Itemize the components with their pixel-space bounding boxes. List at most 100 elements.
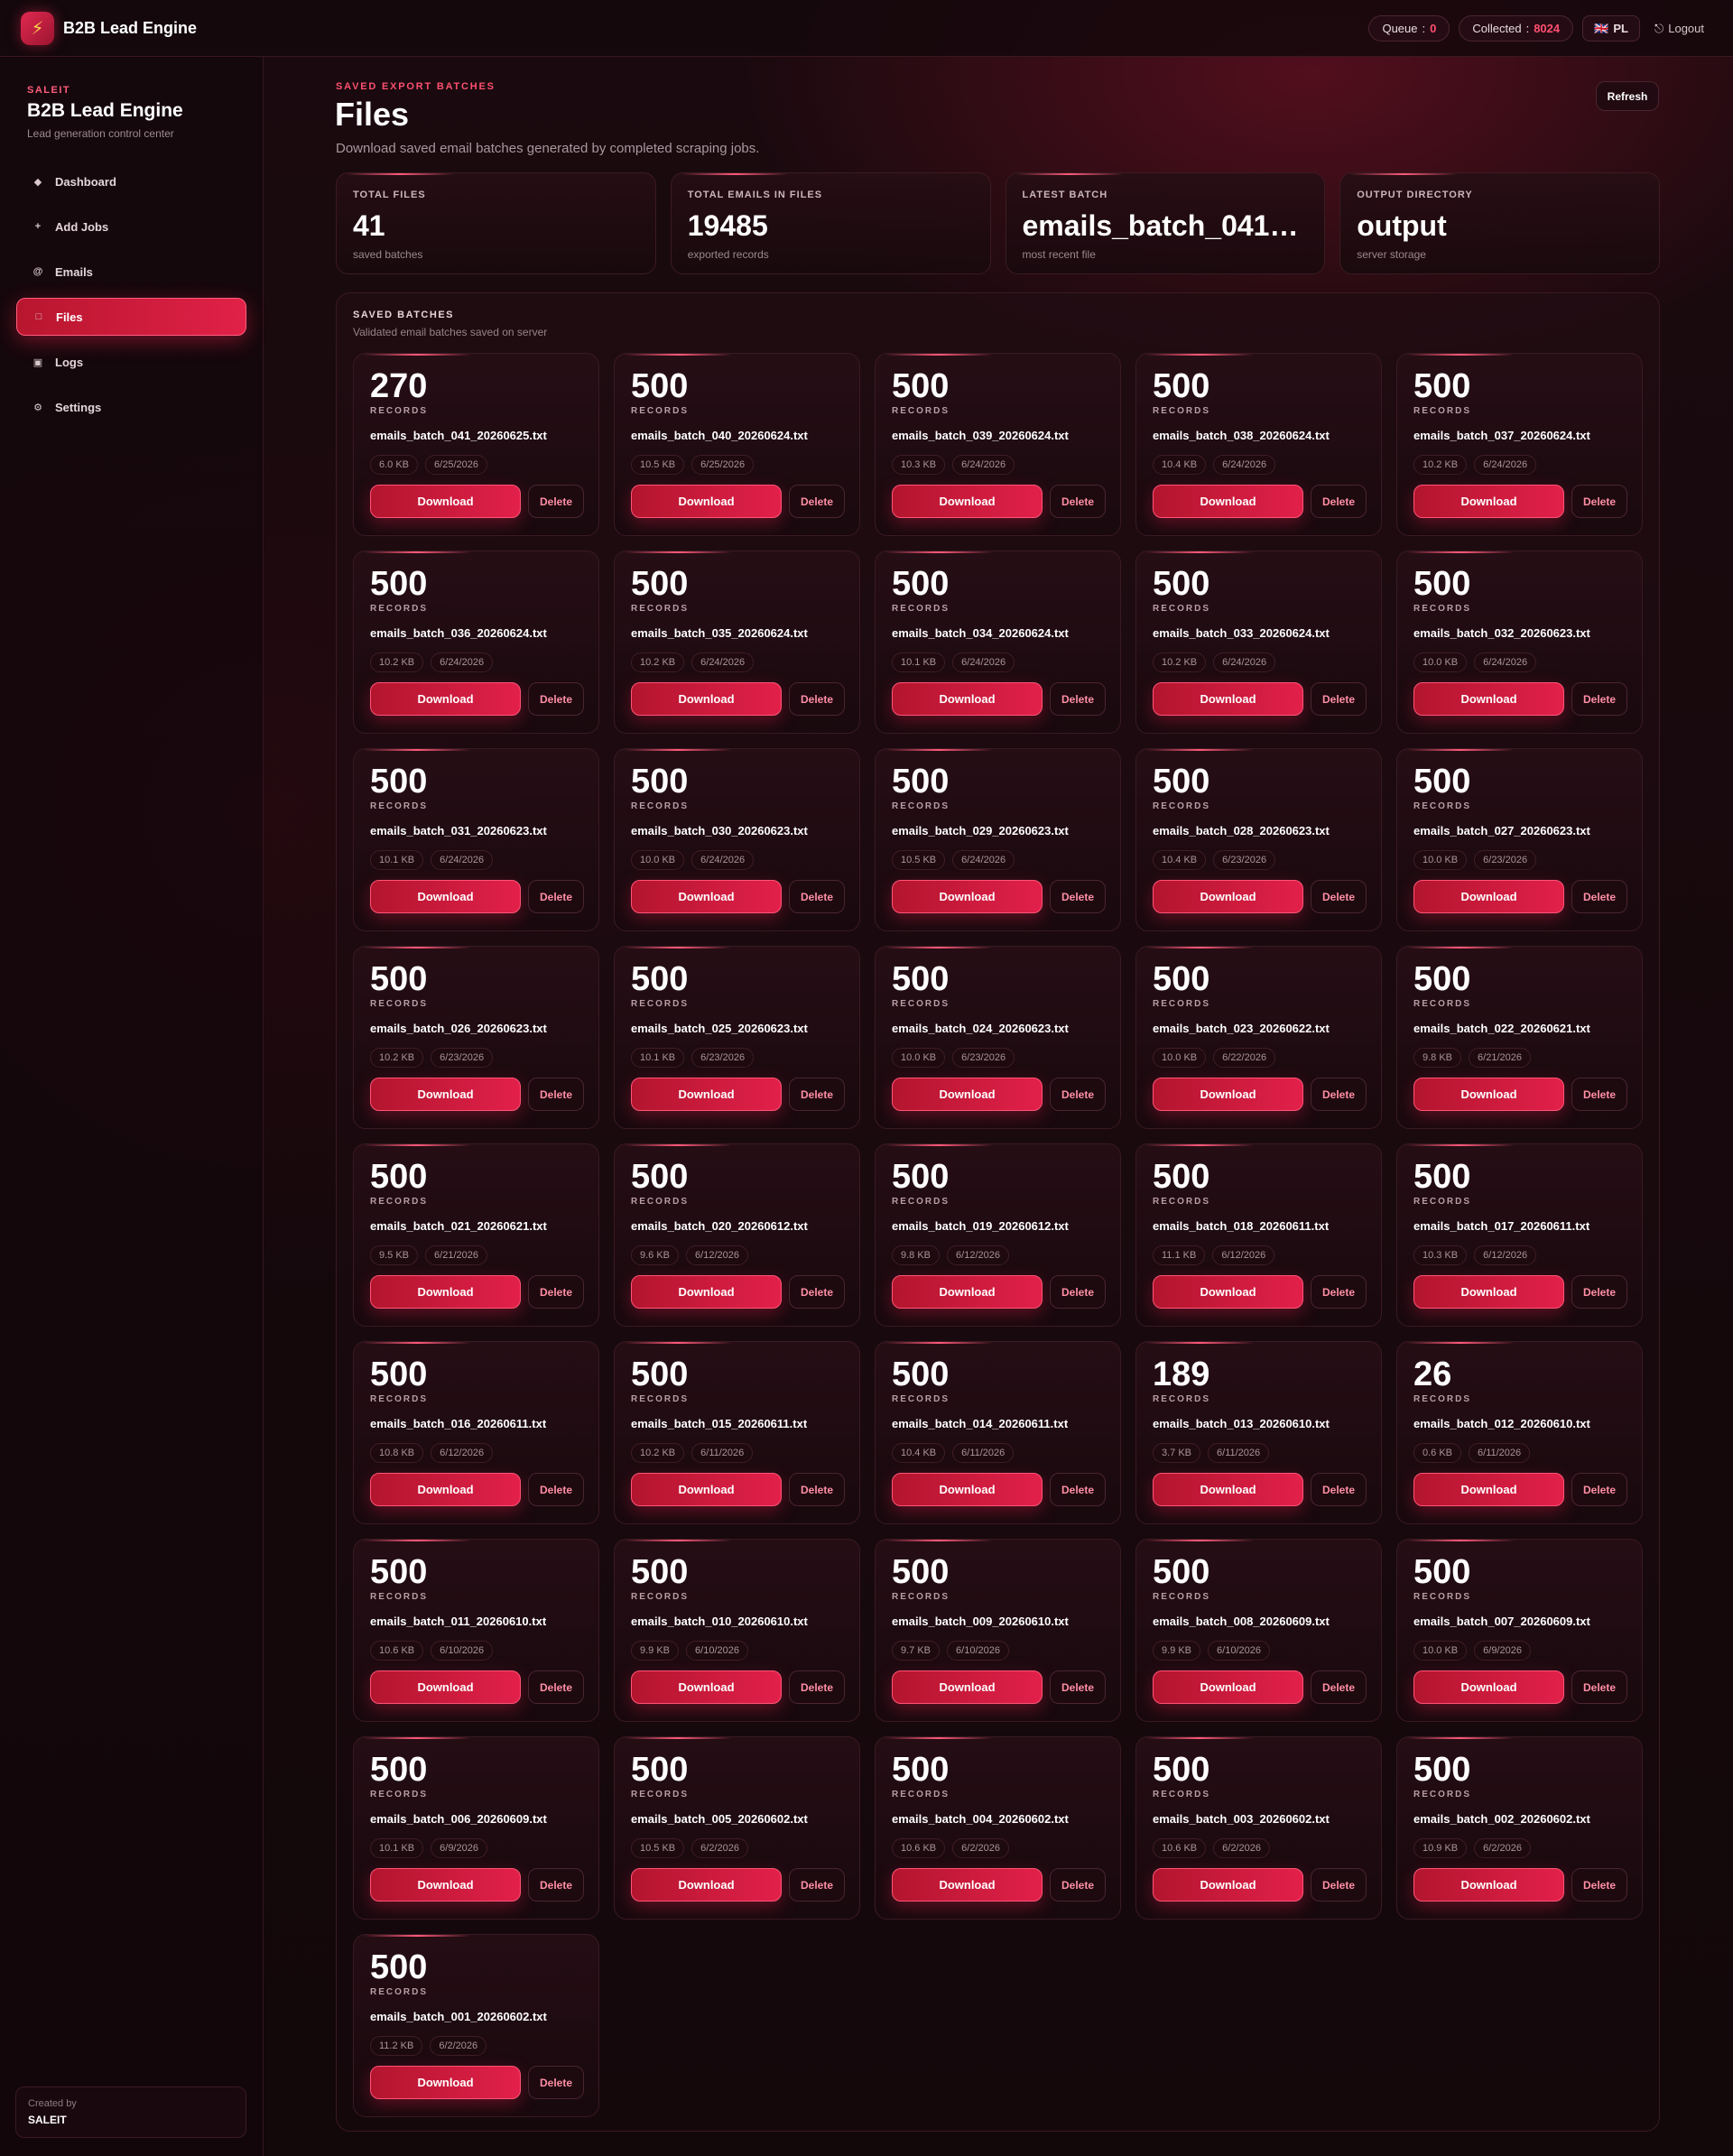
download-button[interactable]: Download xyxy=(1153,682,1303,716)
delete-button[interactable]: Delete xyxy=(1571,1670,1627,1704)
delete-button[interactable]: Delete xyxy=(1311,1670,1367,1704)
delete-button[interactable]: Delete xyxy=(1050,1078,1106,1111)
delete-button[interactable]: Delete xyxy=(1311,880,1367,913)
download-button[interactable]: Download xyxy=(631,1868,782,1902)
delete-button[interactable]: Delete xyxy=(1050,1670,1106,1704)
download-button[interactable]: Download xyxy=(631,485,782,518)
language-switch-button[interactable]: 🇬🇧 PL xyxy=(1582,15,1640,42)
file-card: 189 RECORDS emails_batch_013_20260610.txt 3… xyxy=(1135,1341,1382,1524)
file-actions: Download Delete xyxy=(892,1670,1106,1704)
delete-button[interactable]: Delete xyxy=(1050,682,1106,716)
download-button[interactable]: Download xyxy=(1413,1473,1564,1506)
download-button[interactable]: Download xyxy=(370,1868,521,1902)
file-actions: Download Delete xyxy=(892,1275,1106,1309)
download-button[interactable]: Download xyxy=(631,880,782,913)
download-button[interactable]: Download xyxy=(370,1473,521,1506)
delete-button[interactable]: Delete xyxy=(528,485,584,518)
download-button[interactable]: Download xyxy=(631,682,782,716)
download-button[interactable]: Download xyxy=(1153,880,1303,913)
records-label: RECORDS xyxy=(1153,801,1211,811)
sidebar-item-logs[interactable]: ▣ Logs xyxy=(16,343,246,381)
delete-button[interactable]: Delete xyxy=(528,880,584,913)
delete-button[interactable]: Delete xyxy=(528,1670,584,1704)
download-button[interactable]: Download xyxy=(892,1670,1043,1704)
delete-button[interactable]: Delete xyxy=(1050,485,1106,518)
delete-button[interactable]: Delete xyxy=(1311,1078,1367,1111)
delete-button[interactable]: Delete xyxy=(1311,1275,1367,1309)
logout-button[interactable]: ⎋ Logout xyxy=(1649,22,1704,36)
download-button[interactable]: Download xyxy=(370,1078,521,1111)
download-button[interactable]: Download xyxy=(631,1670,782,1704)
delete-button[interactable]: Delete xyxy=(1311,485,1367,518)
sidebar-item-files[interactable]: □ Files xyxy=(16,298,246,336)
delete-button[interactable]: Delete xyxy=(1311,1473,1367,1506)
delete-button[interactable]: Delete xyxy=(789,1078,845,1111)
download-button[interactable]: Download xyxy=(892,682,1043,716)
download-button[interactable]: Download xyxy=(1413,1868,1564,1902)
download-button[interactable]: Download xyxy=(892,1275,1043,1309)
delete-button[interactable]: Delete xyxy=(1571,1868,1627,1902)
delete-button[interactable]: Delete xyxy=(789,682,845,716)
delete-button[interactable]: Delete xyxy=(1571,1275,1627,1309)
delete-button[interactable]: Delete xyxy=(1050,1868,1106,1902)
sidebar-item-emails[interactable]: @ Emails xyxy=(16,253,246,291)
download-button[interactable]: Download xyxy=(370,880,521,913)
delete-button[interactable]: Delete xyxy=(1311,1868,1367,1902)
download-button[interactable]: Download xyxy=(370,485,521,518)
delete-button[interactable]: Delete xyxy=(528,1078,584,1111)
download-button[interactable]: Download xyxy=(1413,1275,1564,1309)
delete-button[interactable]: Delete xyxy=(789,1670,845,1704)
download-button[interactable]: Download xyxy=(1413,880,1564,913)
download-button[interactable]: Download xyxy=(1153,1473,1303,1506)
delete-button[interactable]: Delete xyxy=(789,1473,845,1506)
download-button[interactable]: Download xyxy=(631,1275,782,1309)
delete-button[interactable]: Delete xyxy=(528,682,584,716)
delete-button[interactable]: Delete xyxy=(1050,1275,1106,1309)
download-button[interactable]: Download xyxy=(370,682,521,716)
download-button[interactable]: Download xyxy=(631,1078,782,1111)
download-button[interactable]: Download xyxy=(1153,1275,1303,1309)
delete-button[interactable]: Delete xyxy=(789,1275,845,1309)
brand[interactable]: ⚡ B2B Lead Engine xyxy=(21,12,197,45)
delete-button[interactable]: Delete xyxy=(789,485,845,518)
download-button[interactable]: Download xyxy=(1413,485,1564,518)
download-button[interactable]: Download xyxy=(631,1473,782,1506)
sidebar-item-settings[interactable]: ⚙ Settings xyxy=(16,388,246,426)
delete-button[interactable]: Delete xyxy=(528,1473,584,1506)
records-label: RECORDS xyxy=(1413,1197,1472,1207)
download-button[interactable]: Download xyxy=(1153,485,1303,518)
delete-button[interactable]: Delete xyxy=(528,2066,584,2099)
delete-button[interactable]: Delete xyxy=(789,1868,845,1902)
delete-button[interactable]: Delete xyxy=(528,1275,584,1309)
download-button[interactable]: Download xyxy=(370,1275,521,1309)
download-button[interactable]: Download xyxy=(892,880,1043,913)
download-button[interactable]: Download xyxy=(892,1078,1043,1111)
file-meta: 10.1 KB 6/9/2026 xyxy=(370,1838,582,1858)
download-button[interactable]: Download xyxy=(1413,1078,1564,1111)
sidebar-item-dashboard[interactable]: ◆ Dashboard xyxy=(16,162,246,200)
stat-subtitle: saved batches xyxy=(353,248,423,261)
download-button[interactable]: Download xyxy=(1413,1670,1564,1704)
delete-button[interactable]: Delete xyxy=(1571,1078,1627,1111)
download-button[interactable]: Download xyxy=(1153,1078,1303,1111)
delete-button[interactable]: Delete xyxy=(1571,880,1627,913)
download-button[interactable]: Download xyxy=(892,1473,1043,1506)
download-button[interactable]: Download xyxy=(1153,1670,1303,1704)
download-button[interactable]: Download xyxy=(370,1670,521,1704)
delete-button[interactable]: Delete xyxy=(1050,1473,1106,1506)
delete-button[interactable]: Delete xyxy=(1571,1473,1627,1506)
download-button[interactable]: Download xyxy=(1153,1868,1303,1902)
download-button[interactable]: Download xyxy=(892,1868,1043,1902)
delete-button[interactable]: Delete xyxy=(1571,485,1627,518)
delete-button[interactable]: Delete xyxy=(789,880,845,913)
download-button[interactable]: Download xyxy=(370,2066,521,2099)
download-button[interactable]: Download xyxy=(892,485,1043,518)
download-button[interactable]: Download xyxy=(1413,682,1564,716)
file-card: 500 RECORDS emails_batch_028_20260623.txt 1… xyxy=(1135,748,1382,931)
delete-button[interactable]: Delete xyxy=(1571,682,1627,716)
delete-button[interactable]: Delete xyxy=(1311,682,1367,716)
delete-button[interactable]: Delete xyxy=(1050,880,1106,913)
sidebar-item-add-jobs[interactable]: + Add Jobs xyxy=(16,208,246,245)
delete-button[interactable]: Delete xyxy=(528,1868,584,1902)
refresh-button[interactable]: Refresh xyxy=(1596,81,1659,111)
